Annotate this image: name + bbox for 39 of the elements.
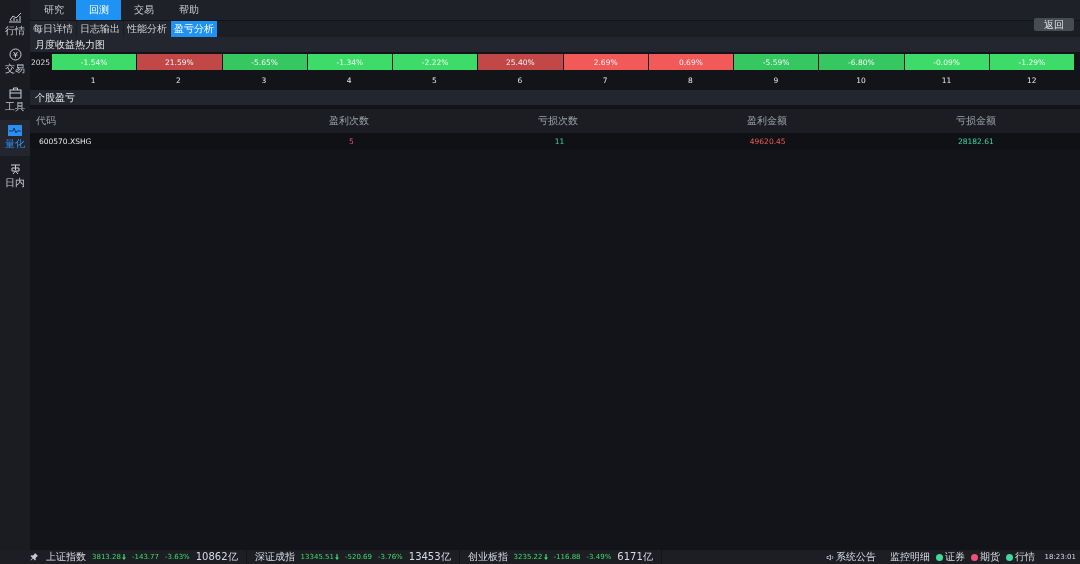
down-arrow-icon xyxy=(121,554,126,560)
down-arrow-icon xyxy=(334,554,339,560)
coin-icon xyxy=(8,48,22,61)
tab[interactable]: 研究 xyxy=(31,0,76,20)
line-chart-icon xyxy=(8,10,22,23)
down-arrow-icon xyxy=(543,554,548,560)
subtab[interactable]: 性能分析 xyxy=(124,21,170,37)
sidebar-item[interactable]: 日内 xyxy=(0,158,30,194)
subtab[interactable]: 日志输出 xyxy=(77,21,123,37)
connection-label: 行情 xyxy=(1014,550,1035,564)
connection-label: 期货 xyxy=(979,550,1000,564)
index-volume: 10862亿 xyxy=(195,550,238,564)
sidebar-item[interactable]: 行情 xyxy=(0,6,30,42)
sidebar-item[interactable]: 量化 xyxy=(0,120,30,156)
sidebar-item[interactable]: 交易 xyxy=(0,44,30,80)
monitor-link[interactable]: 监控明细 xyxy=(889,550,930,564)
briefcase-icon xyxy=(8,86,22,99)
column-header: 盈利次数 xyxy=(328,114,371,128)
column-header: 代码 xyxy=(36,114,57,128)
column-header: 亏损金额 xyxy=(954,114,997,128)
column-header: 盈利金额 xyxy=(745,114,788,128)
sidebar-item[interactable]: 工具 xyxy=(0,82,30,118)
notice-link[interactable]: 系统公告 xyxy=(835,550,876,564)
index-name: 上证指数 xyxy=(46,550,86,564)
section-title: 月度收益热力图 xyxy=(30,37,1080,52)
connection-label: 证券 xyxy=(944,550,965,564)
index-name: 创业板指 xyxy=(467,550,508,564)
stamp-icon xyxy=(8,162,22,175)
pulse-icon xyxy=(8,125,22,136)
subtab[interactable]: 每日详情 xyxy=(30,21,76,37)
index-volume: 6171亿 xyxy=(617,550,653,564)
index-name: 深证成指 xyxy=(254,550,295,564)
tab[interactable]: 交易 xyxy=(121,0,166,20)
index-volume: 13453亿 xyxy=(408,550,451,564)
speaker-icon xyxy=(825,553,834,561)
pin-icon xyxy=(30,553,38,561)
tab[interactable]: 帮助 xyxy=(166,0,211,20)
section-title: 个股盈亏 xyxy=(30,90,1080,105)
column-header: 亏损次数 xyxy=(537,114,579,128)
